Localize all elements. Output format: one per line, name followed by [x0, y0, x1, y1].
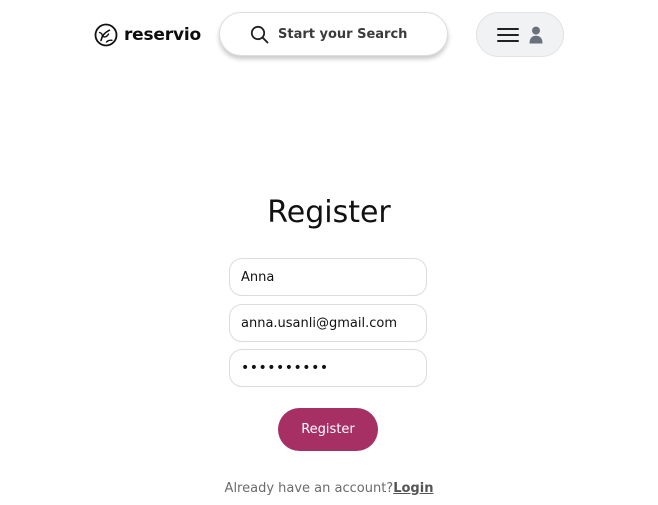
- name-input[interactable]: [229, 258, 427, 296]
- logo-text: reservio: [124, 25, 201, 45]
- search-label: Start your Search: [278, 26, 408, 42]
- login-prompt-text: Already have an account?: [224, 481, 394, 496]
- search-button[interactable]: Start your Search: [219, 12, 448, 56]
- search-icon: [250, 25, 269, 44]
- page-title: Register: [267, 195, 391, 230]
- register-page: reservio Start your Search Register Anna…: [0, 0, 658, 505]
- user-avatar-icon: [529, 26, 543, 44]
- login-link[interactable]: Login: [393, 481, 433, 496]
- globe-leaf-icon: [94, 23, 118, 47]
- user-menu-button[interactable]: [476, 12, 564, 57]
- register-button[interactable]: Register: [278, 408, 378, 451]
- email-input[interactable]: [229, 304, 427, 342]
- logo[interactable]: reservio: [94, 22, 201, 48]
- password-input[interactable]: [229, 349, 427, 387]
- hamburger-icon: [497, 27, 519, 43]
- login-prompt-line: Already have an account?Login: [0, 480, 658, 497]
